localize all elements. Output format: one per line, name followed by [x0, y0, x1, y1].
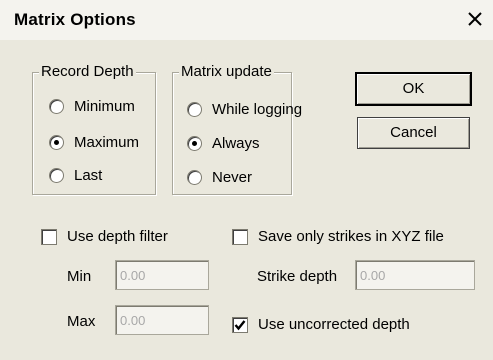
radio-icon[interactable] [49, 99, 64, 114]
radio-always-label: Always [212, 135, 260, 152]
use-uncorrected-depth-label: Use uncorrected depth [258, 316, 410, 333]
radio-icon[interactable] [49, 168, 64, 183]
max-field[interactable]: 0.00 [115, 305, 209, 335]
radio-icon[interactable] [187, 136, 202, 151]
save-strikes-label: Save only strikes in XYZ file [258, 228, 444, 245]
radio-minimum-label: Minimum [74, 98, 135, 115]
save-strikes-checkbox[interactable]: Save only strikes in XYZ file [232, 228, 444, 245]
ok-button[interactable]: OK [355, 72, 472, 106]
radio-maximum-label: Maximum [74, 134, 140, 151]
radio-icon[interactable] [187, 102, 202, 117]
use-depth-filter-label: Use depth filter [67, 228, 168, 245]
use-uncorrected-depth-checkbox[interactable]: Use uncorrected depth [232, 316, 410, 333]
radio-minimum[interactable]: Minimum [49, 98, 135, 115]
radio-last-label: Last [74, 167, 103, 184]
record-depth-legend: Record Depth [39, 62, 136, 82]
checkbox-icon[interactable] [232, 228, 248, 245]
radio-while-logging[interactable]: While logging [187, 101, 302, 118]
radio-last[interactable]: Last [49, 167, 102, 184]
checkbox-icon[interactable] [232, 316, 248, 333]
radio-always[interactable]: Always [187, 135, 260, 152]
radio-maximum[interactable]: Maximum [49, 134, 139, 151]
radio-icon[interactable] [49, 135, 64, 150]
close-icon[interactable] [463, 4, 487, 34]
cancel-button[interactable]: Cancel [357, 117, 470, 149]
matrix-options-dialog: Matrix Options Record Depth Minimum Maxi… [0, 0, 493, 360]
radio-never-label: Never [212, 169, 253, 186]
radio-while-logging-label: While logging [212, 101, 303, 118]
max-label: Max [67, 313, 96, 330]
strike-depth-field[interactable]: 0.00 [355, 260, 475, 290]
title-bar: Matrix Options [0, 0, 493, 40]
min-field[interactable]: 0.00 [115, 260, 209, 290]
min-label: Min [67, 268, 92, 285]
radio-icon[interactable] [187, 170, 202, 185]
matrix-update-legend: Matrix update [179, 62, 274, 82]
radio-never[interactable]: Never [187, 169, 252, 186]
checkbox-icon[interactable] [41, 228, 57, 245]
dialog-title: Matrix Options [14, 10, 136, 29]
use-depth-filter-checkbox[interactable]: Use depth filter [41, 228, 168, 245]
strike-depth-label: Strike depth [257, 268, 338, 285]
